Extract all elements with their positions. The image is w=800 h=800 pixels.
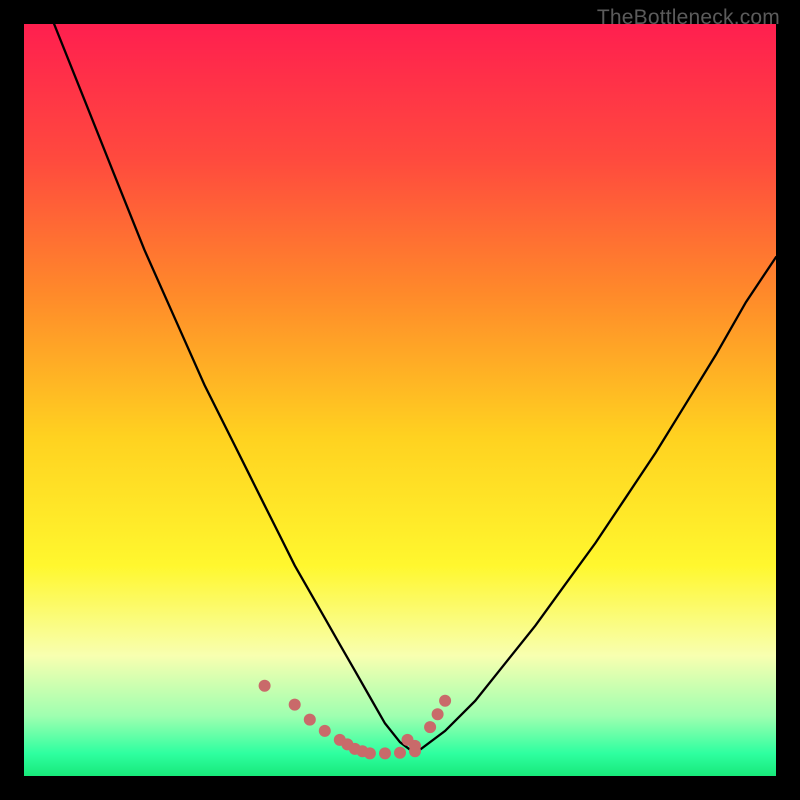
- highlight-dot: [402, 734, 414, 746]
- highlight-dot: [439, 695, 451, 707]
- highlight-dot: [289, 699, 301, 711]
- chart-svg: [24, 24, 776, 776]
- gradient-background: [24, 24, 776, 776]
- plot-area: [24, 24, 776, 776]
- highlight-dot: [319, 725, 331, 737]
- highlight-dot: [432, 708, 444, 720]
- highlight-dot: [364, 747, 376, 759]
- highlight-dot: [394, 747, 406, 759]
- highlight-dot: [379, 747, 391, 759]
- highlight-dot: [424, 721, 436, 733]
- chart-frame: TheBottleneck.com: [0, 0, 800, 800]
- highlight-dot: [304, 714, 316, 726]
- watermark: TheBottleneck.com: [597, 6, 780, 30]
- highlight-dot: [259, 680, 271, 692]
